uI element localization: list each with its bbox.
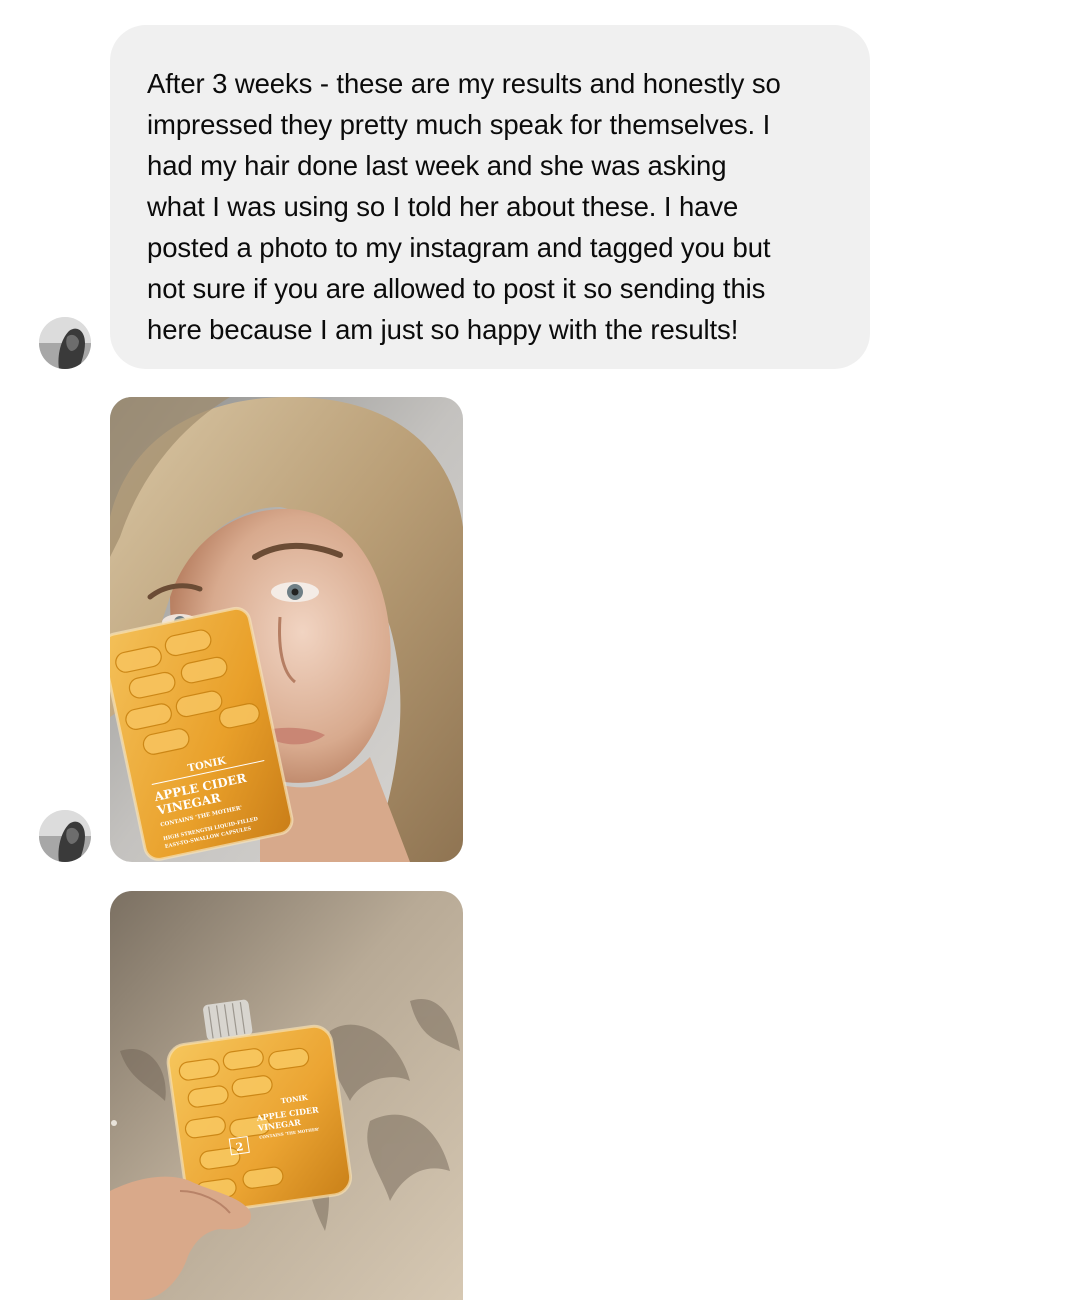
message-image-bottle[interactable]: TONIK APPLE CIDER VINEGAR CONTAINS 'THE … bbox=[110, 891, 463, 1300]
message-text: After 3 weeks - these are my results and… bbox=[147, 68, 781, 345]
message-bubble[interactable]: After 3 weeks - these are my results and… bbox=[110, 25, 870, 369]
avatar-image bbox=[39, 810, 91, 862]
message-thread: After 3 weeks - these are my results and… bbox=[0, 0, 1080, 1300]
selfie-photo: TONIK APPLE CIDER VINEGAR CONTAINS 'THE … bbox=[110, 397, 463, 862]
avatar-image bbox=[39, 317, 91, 369]
message-image-selfie[interactable]: TONIK APPLE CIDER VINEGAR CONTAINS 'THE … bbox=[110, 397, 463, 862]
bottle-photo: TONIK APPLE CIDER VINEGAR CONTAINS 'THE … bbox=[110, 891, 463, 1300]
sender-avatar[interactable] bbox=[39, 810, 91, 862]
sender-avatar[interactable] bbox=[39, 317, 91, 369]
